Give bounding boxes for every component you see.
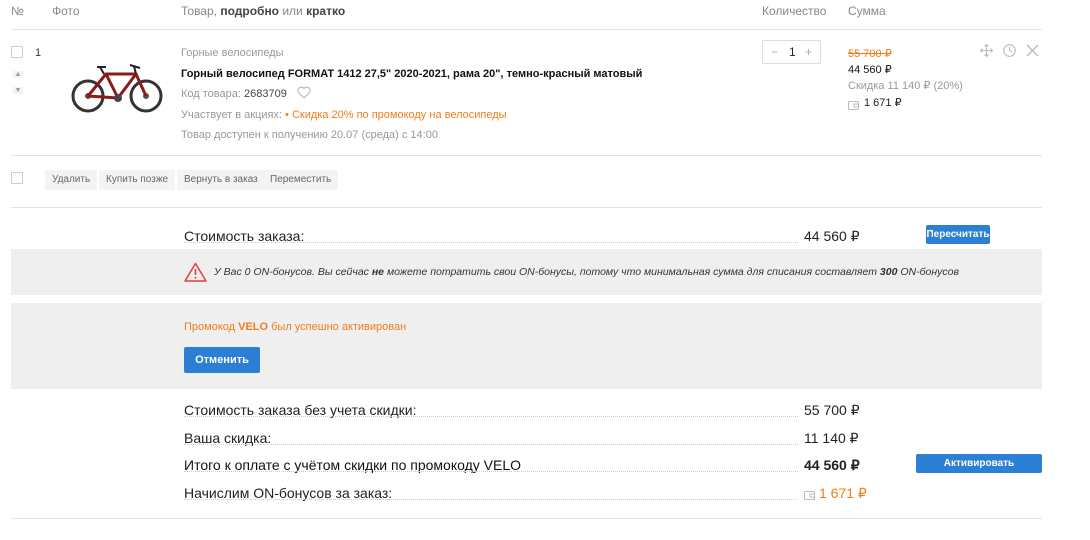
header-divider [11, 29, 1042, 30]
recalculate-button[interactable]: Пересчитать [926, 225, 990, 244]
item-bonus: 1 671 ₽ [864, 97, 902, 109]
bonus-warning-text: У Вас 0 ON-бонусов. Вы сейчас не можете … [214, 266, 959, 278]
quantity-minus-button[interactable]: − [771, 45, 778, 59]
quantity-stepper[interactable]: − 1 + [762, 40, 821, 64]
item-old-price: 55 700 ₽ [848, 48, 892, 60]
column-sum: Сумма [848, 4, 886, 18]
move-icon[interactable] [979, 43, 994, 62]
item-promo-label: Участвует в акциях: [181, 109, 286, 121]
move-button[interactable]: Переместить [263, 170, 339, 190]
item-code-value: 2683709 [243, 88, 287, 100]
close-icon[interactable] [1026, 44, 1039, 62]
item-price: 44 560 ₽ [848, 64, 892, 76]
order-cost-leader [184, 242, 798, 243]
item-index: 1 [35, 47, 42, 59]
bottom-divider [11, 518, 1042, 519]
item-title[interactable]: Горный велосипед FORMAT 1412 27,5" 2020-… [181, 68, 642, 80]
warning-icon [184, 262, 207, 287]
item-checkbox[interactable] [11, 46, 23, 58]
warning-part4: 300 [879, 266, 898, 278]
item-code-label: Код товара: [181, 88, 244, 100]
buy-later-button[interactable]: Купить позже [99, 170, 176, 190]
total-leader [184, 471, 798, 472]
activate-certificate-button[interactable]: Активировать сертификат [916, 454, 1042, 488]
select-all-checkbox[interactable] [11, 172, 23, 184]
move-down-arrow-icon[interactable]: ▼ [13, 87, 23, 94]
item-divider [11, 155, 1042, 156]
clock-icon[interactable] [1003, 44, 1016, 62]
quantity-plus-button[interactable]: + [805, 45, 812, 59]
cost-without-discount-leader [184, 416, 798, 417]
bonus-card-icon-summary [804, 487, 815, 505]
promo-status-suffix: был успешно активирован [268, 321, 407, 333]
column-photo: Фото [52, 4, 80, 18]
bonus-accrual-leader [184, 499, 796, 500]
actions-divider [11, 207, 1042, 208]
order-cost-value: 44 560 ₽ [804, 228, 860, 244]
delete-button[interactable]: Удалить [45, 170, 98, 190]
column-quantity: Количество [762, 4, 827, 18]
view-detailed-link[interactable]: подробно [220, 4, 279, 18]
column-number: № [11, 4, 24, 18]
quantity-value[interactable]: 1 [789, 45, 796, 59]
column-product: Товар, подробно или кратко [181, 4, 345, 18]
column-product-or: или [279, 4, 307, 18]
total-value: 44 560 ₽ [804, 457, 860, 473]
cost-without-discount-value: 55 700 ₽ [804, 402, 860, 418]
column-product-prefix: Товар, [181, 4, 221, 18]
heart-icon[interactable] [297, 86, 311, 104]
cancel-promo-button[interactable]: Отменить [184, 347, 260, 373]
promo-status: Промокод VELO был успешно активирован [184, 321, 406, 333]
bonus-card-icon [848, 97, 859, 115]
item-availability: Товар доступен к получению 20.07 (среда)… [181, 129, 438, 141]
view-brief-link[interactable]: кратко [306, 4, 345, 18]
promo-box [11, 303, 1042, 389]
promo-code: VELO [238, 321, 269, 333]
warning-part1: У Вас 0 ON-бонусов. Вы сейчас [214, 266, 372, 278]
discount-leader [184, 444, 798, 445]
return-to-order-button[interactable]: Вернуть в заказ [177, 170, 265, 190]
item-promo: Участвует в акциях: • Скидка 20% по пром… [181, 109, 507, 121]
warning-part2: не [371, 266, 385, 278]
warning-part3: можете потратить свои ON-бонусы, потому … [384, 266, 880, 278]
product-photo[interactable] [70, 60, 164, 121]
warning-part5: ON-бонусов [897, 266, 959, 278]
discount-value: 11 140 ₽ [804, 430, 859, 446]
move-up-arrow-icon[interactable]: ▲ [13, 71, 23, 78]
item-code: Код товара: 2683709 [181, 88, 287, 100]
bonus-accrual-value: 1 671 ₽ [819, 485, 867, 501]
item-promo-link[interactable]: • Скидка 20% по промокоду на велосипеды [285, 109, 507, 121]
item-category[interactable]: Горные велосипеды [181, 47, 284, 59]
item-discount: Скидка 11 140 ₽ (20%) [848, 80, 963, 92]
promo-status-prefix: Промокод [184, 321, 239, 333]
